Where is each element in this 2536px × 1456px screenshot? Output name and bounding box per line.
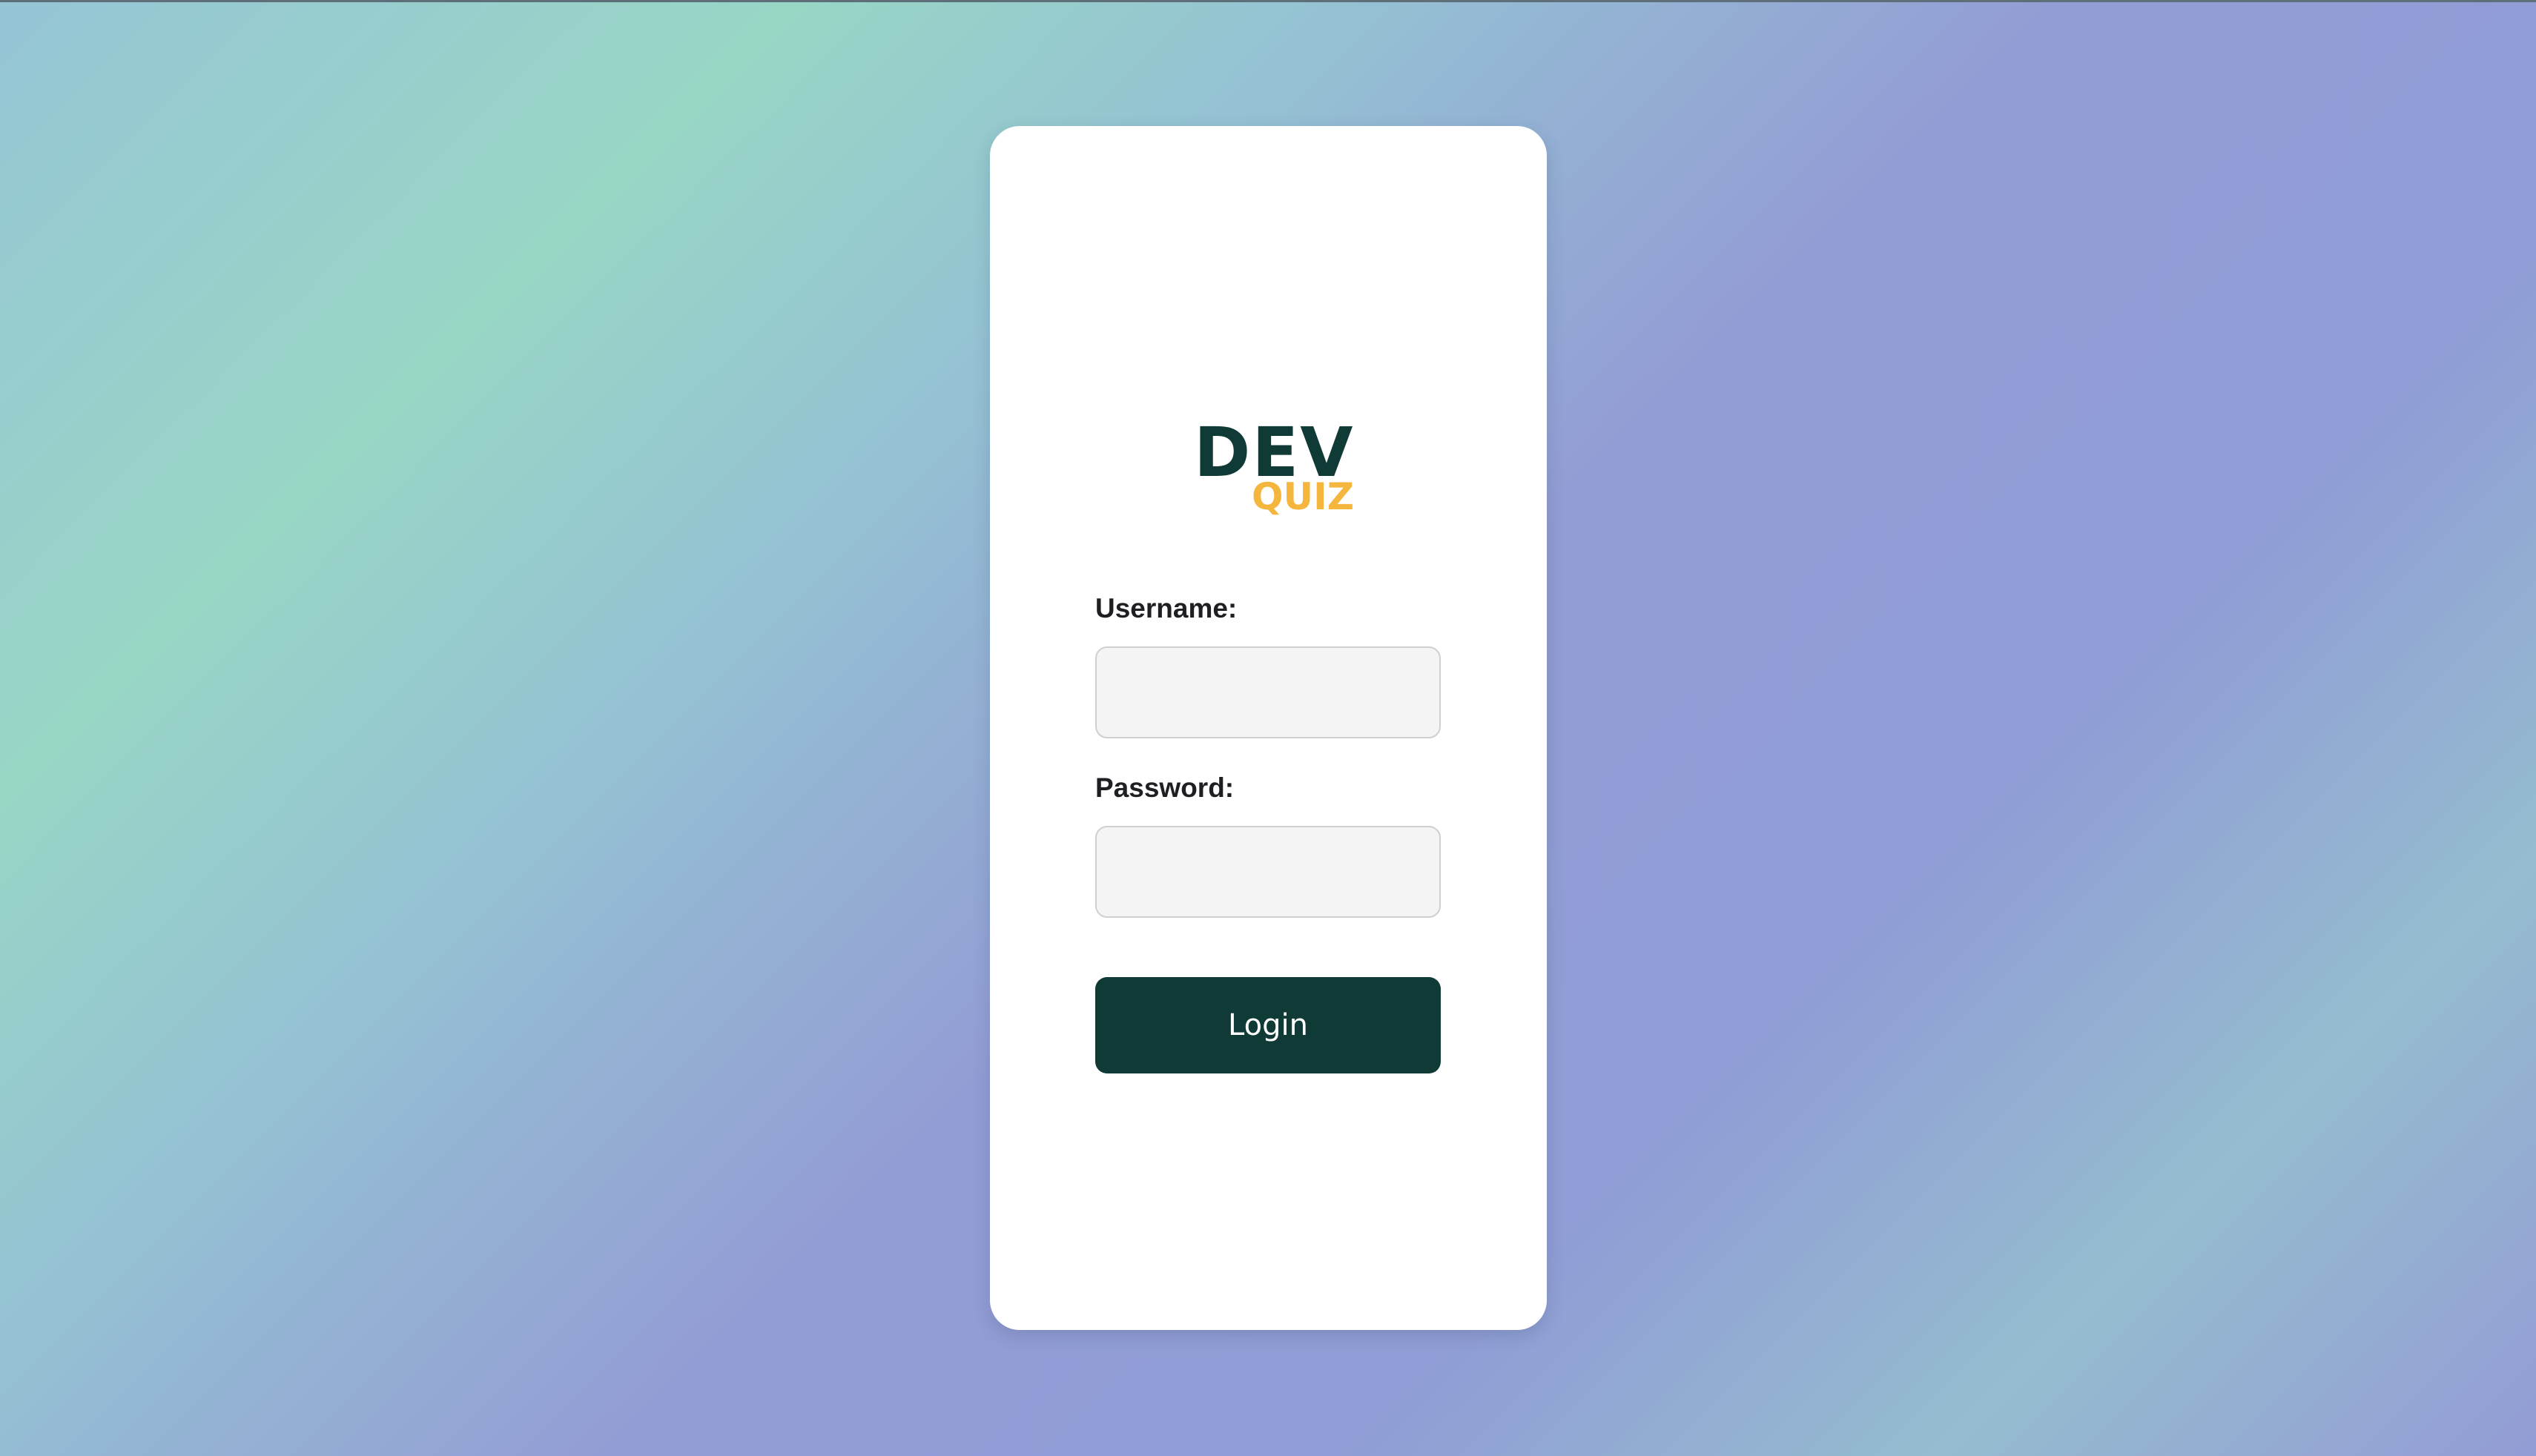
- login-button[interactable]: Login: [1095, 977, 1441, 1073]
- password-label: Password:: [1095, 772, 1235, 803]
- username-label: Username:: [1095, 593, 1238, 623]
- devquiz-logo: DEV QUIZ: [1194, 419, 1357, 523]
- password-input[interactable]: [1095, 826, 1441, 918]
- username-input[interactable]: [1095, 646, 1441, 738]
- logo-text-quiz: QUIZ: [1252, 475, 1354, 518]
- window-top-border: [0, 0, 2536, 2]
- login-card: DEV QUIZ Username: Password: Login: [990, 126, 1547, 1330]
